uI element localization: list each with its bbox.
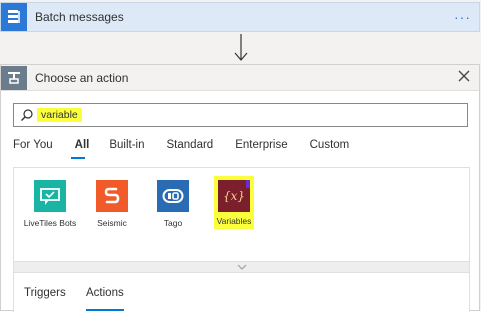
search-input[interactable]: variable xyxy=(13,103,468,127)
connector-livetiles-bots[interactable]: LiveTiles Bots xyxy=(18,180,82,228)
chevron-down-icon xyxy=(237,264,246,270)
close-icon[interactable] xyxy=(457,69,471,83)
connector-seismic[interactable]: Seismic xyxy=(80,180,144,228)
connector-variables[interactable]: {x} Variables xyxy=(202,176,266,229)
variables-highlight: {x} Variables xyxy=(214,176,254,229)
seismic-icon xyxy=(96,180,128,212)
expand-connectors-button[interactable] xyxy=(13,261,470,273)
down-arrow-icon xyxy=(234,34,248,61)
search-value: variable xyxy=(37,108,82,122)
connector-grid: LiveTiles Bots Seismic Tago {x} Variable… xyxy=(13,167,470,262)
tab-built-in[interactable]: Built-in xyxy=(109,139,144,159)
connector-tago[interactable]: Tago xyxy=(141,180,205,228)
tab-custom[interactable]: Custom xyxy=(310,139,350,159)
action-icon xyxy=(1,65,27,90)
tab-for-you[interactable]: For You xyxy=(13,139,53,159)
more-options-button[interactable]: ··· xyxy=(454,9,471,25)
tago-icon xyxy=(157,180,189,212)
panel-title: Choose an action xyxy=(35,70,129,85)
livetiles-bots-icon xyxy=(34,180,66,212)
category-tabs: For You All Built-in Standard Enterprise… xyxy=(13,139,349,159)
tab-standard[interactable]: Standard xyxy=(167,139,214,159)
tab-actions[interactable]: Actions xyxy=(86,287,124,299)
designer-canvas: Batch messages ··· Choose an action vari… xyxy=(0,0,481,312)
connector-label: Seismic xyxy=(97,218,127,228)
trigger-action-tabs: Triggers Actions xyxy=(13,273,470,312)
connector-label: Tago xyxy=(163,218,183,228)
variables-icon: {x} xyxy=(218,180,250,212)
variables-glyph: {x} xyxy=(222,189,246,203)
connector-label: Variables xyxy=(216,216,252,226)
search-icon xyxy=(21,109,33,121)
connector-label: LiveTiles Bots xyxy=(23,218,77,228)
panel-header: Choose an action xyxy=(1,65,479,91)
batch-icon xyxy=(1,3,27,31)
tab-all[interactable]: All xyxy=(75,139,90,159)
tab-enterprise[interactable]: Enterprise xyxy=(235,139,287,159)
variables-accent xyxy=(246,180,250,188)
step-title: Batch messages xyxy=(35,10,124,24)
choose-action-panel: Choose an action variable For You All Bu… xyxy=(0,64,480,312)
tab-triggers[interactable]: Triggers xyxy=(24,287,66,299)
batch-messages-step[interactable]: Batch messages ··· xyxy=(0,2,480,32)
active-tab-underline xyxy=(71,157,85,159)
